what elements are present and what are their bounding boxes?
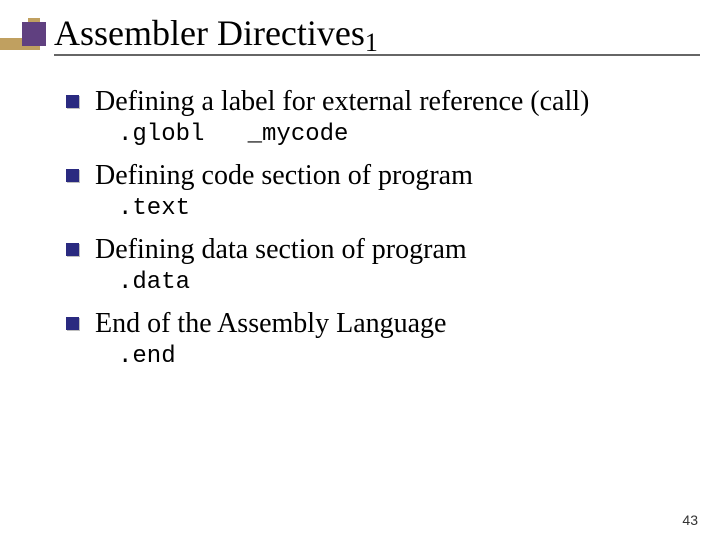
item-code: .data [118,269,690,296]
title-subscript: 1 [365,28,378,57]
list-item: Defining a label for external reference … [66,84,690,148]
slide-title: Assembler Directives1 [54,14,700,54]
title-underline [54,54,700,56]
item-text: Defining code section of program [95,158,473,193]
item-code: .globl _mycode [118,121,690,148]
square-bullet-icon [66,169,79,182]
item-text: End of the Assembly Language [95,306,446,341]
corner-decoration [0,0,60,54]
item-text: Defining data section of program [95,232,467,267]
square-bullet-icon [66,317,79,330]
content-area: Defining a label for external reference … [66,84,690,380]
square-bullet-icon [66,243,79,256]
slide-title-wrap: Assembler Directives1 [54,14,700,54]
item-code: .text [118,195,690,222]
list-item: Defining code section of program .text [66,158,690,222]
item-code: .end [118,343,690,370]
page-number: 43 [682,512,698,528]
square-bullet-icon [66,95,79,108]
title-text: Assembler Directives [54,13,365,53]
item-text: Defining a label for external reference … [95,84,589,119]
list-item: End of the Assembly Language .end [66,306,690,370]
list-item: Defining data section of program .data [66,232,690,296]
